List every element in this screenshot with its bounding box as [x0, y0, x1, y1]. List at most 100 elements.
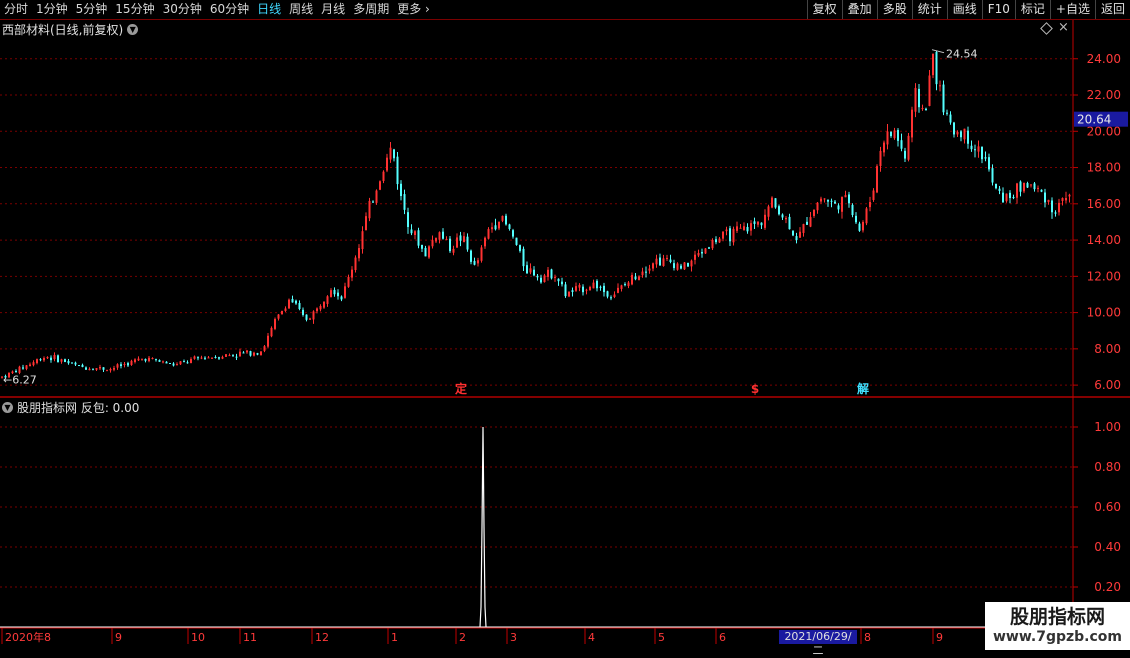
toolbar-button-3[interactable]: 统计 — [911, 0, 947, 19]
candle-body — [197, 357, 199, 359]
toolbar-button-2[interactable]: 多股 — [876, 0, 912, 19]
period-tab-8[interactable]: 月线 — [317, 0, 349, 19]
period-tab-7[interactable]: 周线 — [285, 0, 317, 19]
indicator-spike — [479, 426, 487, 628]
candle-body — [564, 284, 567, 297]
candle-body — [641, 271, 644, 276]
candle-body — [1040, 189, 1043, 192]
candle-body — [43, 358, 45, 361]
period-tab-3[interactable]: 15分钟 — [111, 0, 158, 19]
current-price-label: 20.64 — [1077, 113, 1111, 127]
period-tabs: 分时 1分钟 5分钟 15分钟 30分钟 60分钟 日线 周线 月线 多周期 更多 › — [0, 0, 434, 19]
candle-body — [183, 361, 185, 363]
candle-body — [277, 314, 280, 319]
candle-body — [837, 205, 840, 210]
candle-body — [935, 51, 938, 85]
chevron-down-icon[interactable]: ▼ — [127, 23, 139, 35]
candle-body — [813, 209, 815, 216]
candle-body — [421, 245, 423, 249]
candle-body — [1016, 183, 1018, 198]
candle-body — [613, 294, 616, 297]
candle-body — [960, 131, 962, 138]
candle-body — [788, 216, 791, 230]
candle-body — [333, 289, 336, 295]
candle-body — [844, 195, 847, 198]
period-tab-2[interactable]: 5分钟 — [72, 0, 112, 19]
candle-body — [414, 231, 416, 236]
chevron-down-icon[interactable]: ▼ — [2, 402, 13, 413]
candle-body — [956, 131, 959, 135]
candle-body — [526, 265, 528, 274]
candle-body — [179, 361, 182, 365]
x-tick-label: 9 — [115, 631, 122, 644]
candle-body — [225, 354, 227, 357]
candle-body — [578, 284, 581, 288]
candle-body — [158, 360, 161, 362]
price-tick-label: 14.00 — [1087, 233, 1121, 247]
candle-body — [1068, 194, 1071, 197]
candle-body — [407, 212, 409, 228]
candle-body — [886, 131, 889, 145]
candle-body — [295, 300, 297, 304]
candle-body — [53, 354, 56, 360]
candle-body — [533, 269, 535, 276]
candle-body — [508, 224, 511, 229]
candle-body — [466, 236, 469, 250]
toolbar-button-1[interactable]: 叠加 — [841, 0, 877, 19]
candle-body — [543, 275, 546, 283]
period-tab-0[interactable]: 分时 — [0, 0, 32, 19]
candle-body — [669, 259, 672, 263]
toolbar-button-6[interactable]: 标记 — [1014, 0, 1050, 19]
toolbar-button-0[interactable]: 复权 — [806, 0, 842, 19]
candle-body — [809, 217, 812, 227]
indicator-tick-label: 1.00 — [1094, 420, 1121, 434]
candle-body — [690, 260, 693, 267]
watermark: 股朋指标网 www.7gpzb.com — [985, 602, 1130, 650]
period-tab-6[interactable]: 日线 — [253, 0, 285, 19]
period-tab-10[interactable]: 更多 › — [393, 0, 434, 19]
candle-body — [200, 357, 203, 359]
main-chart-title: 西部材料(日线,前复权) ▼ — [2, 21, 139, 37]
candle-body — [736, 226, 738, 231]
candle-body — [890, 131, 892, 137]
candle-body — [676, 263, 679, 270]
candle-body — [617, 287, 619, 293]
candle-body — [361, 231, 364, 250]
candle-body — [897, 130, 899, 141]
candle-body — [141, 358, 143, 360]
toolbar-button-5[interactable]: F10 — [981, 0, 1015, 19]
candle-body — [1002, 192, 1004, 203]
signal-marker-0: 定 — [455, 381, 467, 396]
period-tab-9[interactable]: 多周期 — [349, 0, 393, 19]
chart-canvas[interactable]: 24.0022.0020.0018.0016.0014.0012.0010.00… — [0, 0, 1130, 650]
candle-body — [1054, 212, 1057, 214]
toolbar-button-7[interactable]: +自选 — [1049, 0, 1095, 19]
toolbar-button-4[interactable]: 画线 — [946, 0, 982, 19]
candle-body — [652, 263, 654, 269]
candle-body — [281, 310, 283, 315]
price-tick-label: 16.00 — [1087, 197, 1121, 211]
candle-body — [725, 229, 728, 232]
candle-body — [953, 122, 955, 135]
candle-body — [78, 365, 80, 367]
candle-body — [442, 231, 444, 239]
candle-body — [589, 287, 591, 291]
candle-body — [393, 149, 395, 159]
candle-body — [932, 53, 934, 76]
candle-body — [1026, 183, 1029, 188]
toolbar-button-8[interactable]: 返回 — [1094, 0, 1130, 19]
candle-body — [816, 202, 819, 211]
candle-body — [46, 357, 49, 359]
period-tab-4[interactable]: 30分钟 — [159, 0, 206, 19]
period-tab-1[interactable]: 1分钟 — [32, 0, 72, 19]
candle-body — [683, 262, 686, 270]
candle-body — [977, 146, 980, 152]
x-tick-label: 11 — [243, 631, 257, 644]
candle-body — [1023, 182, 1025, 192]
close-icon[interactable]: × — [1058, 20, 1069, 35]
candle-body — [949, 114, 952, 123]
period-tab-5[interactable]: 60分钟 — [206, 0, 253, 19]
candle-body — [312, 311, 315, 320]
price-tick-label: 22.00 — [1087, 88, 1121, 102]
candle-body — [193, 356, 196, 359]
